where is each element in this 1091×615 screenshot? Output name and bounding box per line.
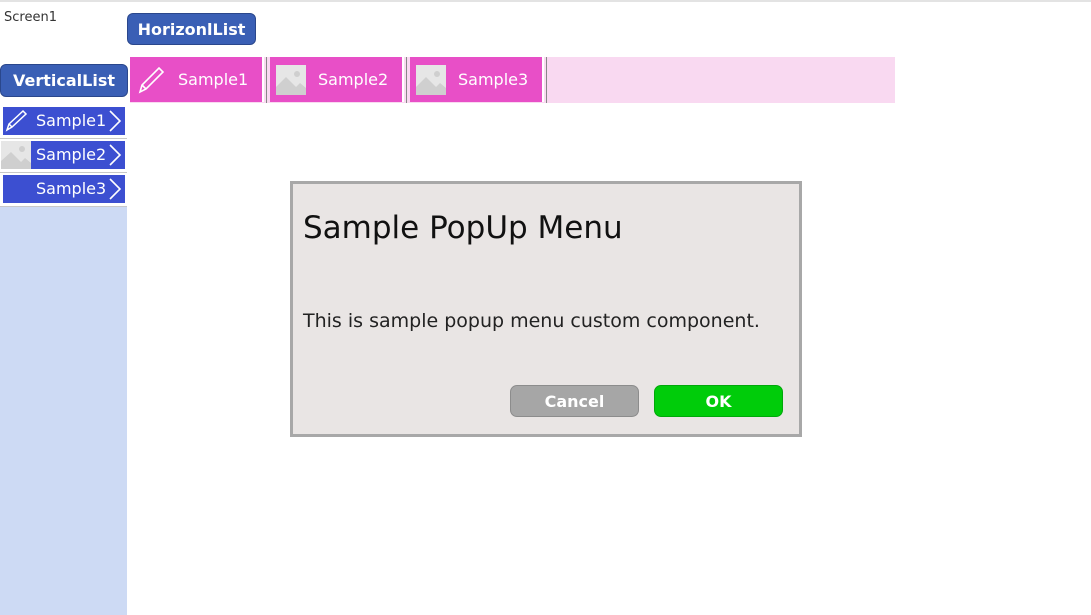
image-placeholder-icon: [416, 65, 446, 95]
cancel-button[interactable]: Cancel: [510, 385, 639, 417]
list-separator: [546, 57, 547, 103]
list-item-label: Sample3: [458, 70, 529, 89]
vertical-list-button[interactable]: VerticalList: [0, 64, 128, 97]
list-separator: [406, 57, 407, 103]
image-placeholder-icon: [276, 65, 306, 95]
ok-button[interactable]: OK: [654, 385, 783, 417]
top-border: [0, 0, 1091, 2]
chevron-right-icon: [109, 110, 122, 132]
horizontal-list-item-sample1[interactable]: Sample1: [130, 57, 264, 102]
vertical-list-item-sample3[interactable]: Sample3: [0, 173, 127, 207]
chevron-right-icon: [109, 178, 122, 200]
pencil-icon: [5, 109, 28, 132]
pencil-icon: [138, 66, 165, 94]
horizontal-list-item-sample2[interactable]: Sample2: [270, 57, 404, 102]
screen-name: Screen1: [4, 10, 57, 25]
image-placeholder-icon: [1, 141, 31, 169]
list-item-label: Sample3: [36, 179, 107, 198]
vertical-list-item-sample2[interactable]: Sample2: [0, 139, 127, 173]
list-item-label: Sample2: [36, 145, 107, 164]
chevron-right-icon: [109, 144, 122, 166]
popup-dialog: Sample PopUp Menu This is sample popup m…: [290, 181, 802, 437]
horizontal-list-button[interactable]: HorizonlList: [127, 13, 256, 45]
popup-title: Sample PopUp Menu: [303, 210, 623, 246]
list-item-label: Sample1: [178, 70, 249, 89]
popup-message: This is sample popup menu custom compone…: [303, 310, 760, 332]
list-item-label: Sample1: [36, 111, 107, 130]
list-separator: [266, 57, 267, 103]
list-item-label: Sample2: [318, 70, 389, 89]
horizontal-list-item-sample3[interactable]: Sample3: [410, 57, 544, 102]
vertical-list-item-sample1[interactable]: Sample1: [0, 105, 127, 139]
